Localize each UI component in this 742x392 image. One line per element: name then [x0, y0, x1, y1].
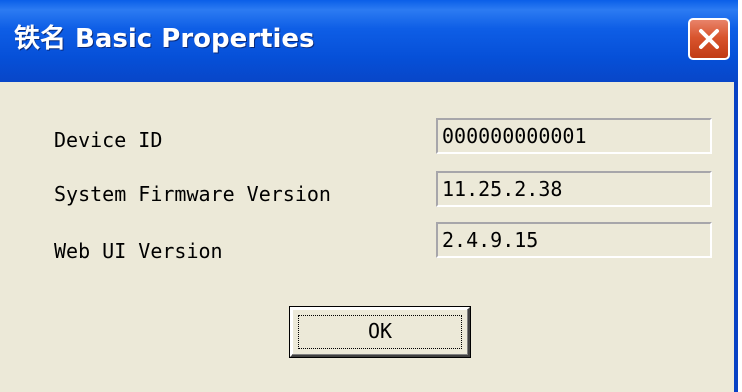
title-bar[interactable]: 铁名 Basic Properties — [0, 0, 738, 82]
dialog-content: Device ID 000000000001 System Firmware V… — [0, 82, 734, 392]
dialog-title: 铁名 Basic Properties — [14, 24, 315, 54]
close-button[interactable] — [688, 18, 730, 60]
system-firmware-version-field[interactable]: 11.25.2.38 — [436, 171, 712, 207]
ok-button[interactable]: OK — [290, 307, 470, 357]
web-ui-version-label: Web UI Version — [54, 239, 223, 263]
close-icon — [699, 29, 719, 49]
basic-properties-dialog: 铁名 Basic Properties Device ID 0000000000… — [0, 0, 738, 392]
device-id-label: Device ID — [54, 128, 163, 152]
ok-button-label: OK — [367, 319, 393, 343]
device-id-field[interactable]: 000000000001 — [436, 118, 712, 154]
web-ui-version-field[interactable]: 2.4.9.15 — [436, 222, 712, 258]
system-firmware-version-label: System Firmware Version — [54, 182, 331, 206]
